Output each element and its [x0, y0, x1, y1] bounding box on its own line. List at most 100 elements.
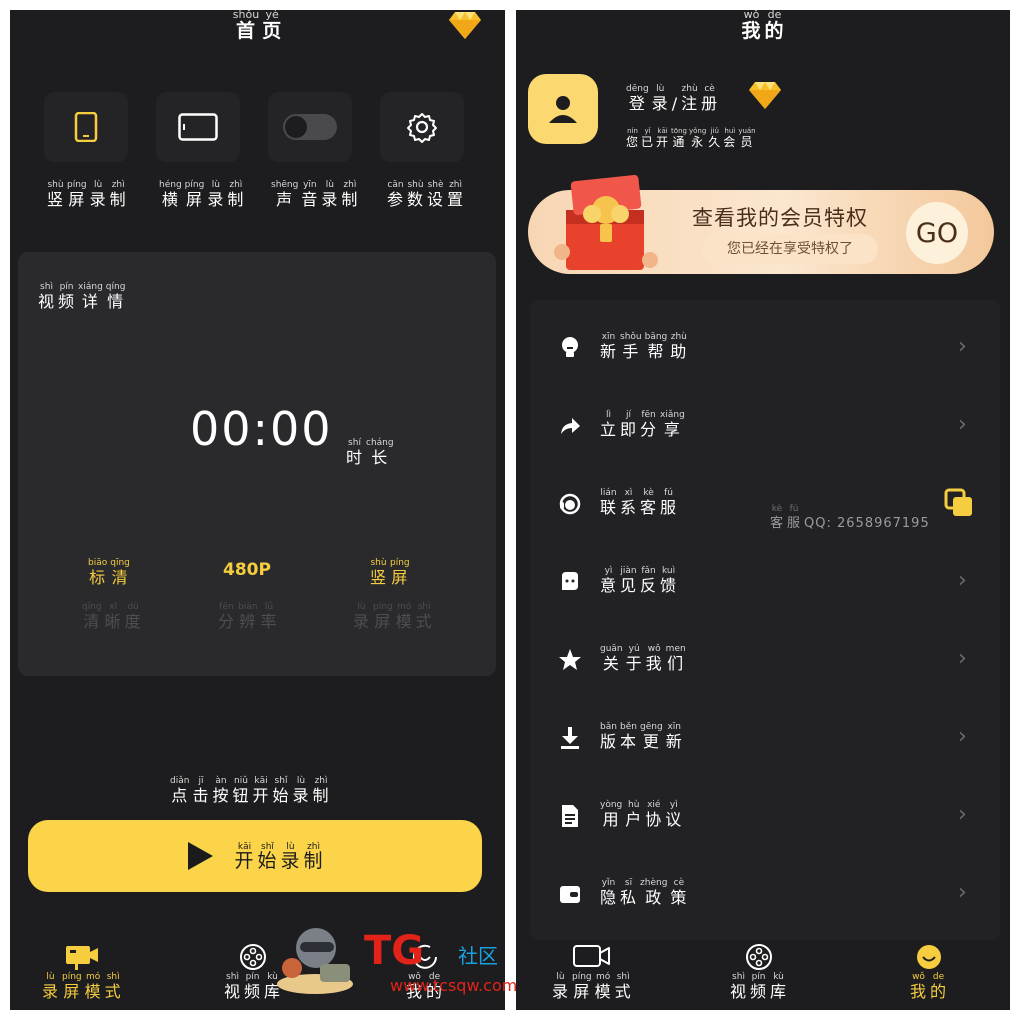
menu-item[interactable]: bǎn 版 běn 本 gēng 更 xīn 新 ›	[530, 704, 1000, 782]
start-record-button[interactable]: kāi 开 shǐ 始 lù 录 zhì 制	[28, 820, 482, 892]
mode-value[interactable]: shù 竖 píng 屏	[370, 550, 410, 587]
menu-item[interactable]: xīn 新 shǒu 手 bāng 帮 zhù 助 ›	[530, 314, 1000, 392]
hanzi-text: 新	[665, 732, 683, 751]
pinyin-text: qíng	[105, 282, 126, 292]
customer-service-qq: kè 客 fú 服 QQ: 2658967195	[770, 496, 930, 533]
menu-item[interactable]: lì 立 jí 即 fēn 分 xiǎng 享 ›	[530, 392, 1000, 470]
hanzi-text: 册	[701, 94, 719, 113]
portrait-record-button[interactable]	[44, 92, 128, 162]
hanzi-text: 式	[415, 612, 433, 631]
landscape-record-button[interactable]	[156, 92, 240, 162]
pinyin-text: lǜ	[264, 602, 274, 612]
banner-title: 查看我的会员特权	[692, 206, 868, 230]
pinyin-char: xì 系	[620, 488, 637, 517]
pinyin-text: kè	[643, 488, 654, 498]
pinyin-text: zhì	[314, 776, 328, 786]
hanzi-text: 隐	[600, 888, 618, 907]
camera-icon	[65, 946, 98, 970]
pinyin-char: zhù 助	[670, 332, 687, 361]
hanzi-text: 标	[89, 568, 107, 587]
hanzi-text: 本	[620, 732, 638, 751]
menu-item[interactable]: lián 联 xì 系 kè 客 fú 服 kè 客 fú 服 QQ: 2658967195	[530, 470, 1000, 548]
hanzi-text: 用	[602, 810, 620, 829]
hanzi-text: 我	[910, 982, 928, 1001]
menu-list: xīn 新 shǒu 手 bāng 帮 zhù 助 › lì 立 jí 即 fēn 分 xiǎng 享 › lián…	[530, 300, 1000, 940]
pinyin-char: men 们	[666, 644, 686, 673]
pinyin-text: mó	[397, 602, 412, 612]
hanzi-text: 录	[651, 94, 669, 113]
pinyin-text: yuán	[738, 127, 756, 135]
pinyin-text: yòng	[600, 800, 623, 810]
pinyin-char: bāng 帮	[645, 332, 668, 361]
pinyin-text: diǎn	[170, 776, 190, 786]
pinyin-char: kù 库	[770, 972, 787, 1001]
pinyin-char: pín 频	[750, 972, 767, 1001]
pinyin-char: fú 服	[787, 504, 801, 533]
pinyin-char: qīng 清	[110, 558, 130, 587]
pinyin-char: xiǎng 享	[660, 410, 685, 439]
pinyin-text: wǒ	[743, 10, 760, 21]
chevron-right-icon: ›	[958, 412, 967, 437]
pinyin-char: yīn 音	[301, 180, 318, 209]
film-reel-icon	[745, 944, 772, 970]
resolution-value[interactable]: 480P	[223, 560, 271, 580]
hanzi-text: 员	[740, 135, 754, 149]
menu-item-label: yì 意 jiàn 见 fǎn 反 kuì 馈	[600, 558, 677, 595]
vip-diamond-icon[interactable]	[448, 10, 482, 40]
duration-label: shí 时 cháng 长	[346, 430, 394, 467]
pinyin-text: shǒu	[620, 332, 642, 342]
watermark-brand: TG	[364, 928, 425, 974]
pinyin-text: tōng	[671, 127, 687, 135]
pinyin-text: dēng	[626, 84, 649, 94]
pinyin-char: kāi 开	[656, 127, 669, 150]
quality-value[interactable]: biāo 标 qīng 清	[88, 550, 130, 587]
hanzi-text: 助	[670, 342, 688, 361]
star-icon	[559, 649, 581, 670]
pinyin-char: shì 式	[105, 972, 122, 1001]
pinyin-char: wǒ 我	[910, 972, 927, 1001]
hanzi-text: 录	[89, 190, 107, 209]
hanzi-text: 登	[628, 94, 646, 113]
timer-display: 00:00	[190, 402, 333, 456]
tab-record-mode[interactable]: lù 录 píng 屏 mó 模 shì 式	[42, 942, 122, 1001]
pinyin-char: yú 于	[626, 644, 643, 673]
user-avatar-icon	[544, 90, 582, 128]
login-register-link[interactable]: dēng 登 lù 录 / zhù 注 cè 册	[626, 76, 718, 113]
pinyin-char: shǒu 手	[620, 332, 642, 361]
vip-banner[interactable]: 查看我的会员特权 您已经在享受特权了 GO	[528, 174, 994, 274]
treasure-chest-icon	[554, 174, 658, 270]
headset-icon	[559, 493, 581, 515]
pinyin-char: biàn 辨	[238, 602, 257, 631]
hanzi-text: 钮	[232, 786, 250, 805]
hanzi-text: 式	[104, 982, 122, 1001]
pinyin-text: lù	[211, 180, 220, 190]
document-icon	[562, 805, 578, 827]
pinyin-char: shǒu 首	[233, 10, 259, 42]
pinyin-text: píng	[572, 972, 592, 982]
menu-item[interactable]: yòng 用 hù 户 xié 协 yì 议 ›	[530, 782, 1000, 860]
menu-item[interactable]: yǐn 隐 sī 私 zhèng 政 cè 策 ›	[530, 860, 1000, 938]
avatar[interactable]	[528, 74, 598, 144]
pinyin-text: píng	[184, 180, 205, 190]
pinyin-char: hù 户	[625, 800, 642, 829]
tab-mine[interactable]: wǒ 我 de 的	[910, 942, 947, 1001]
pinyin-char: cān 参	[387, 180, 404, 209]
tab-record-mode[interactable]: lù 录 píng 屏 mó 模 shì 式	[552, 942, 632, 1001]
chevron-right-icon: ›	[958, 334, 967, 359]
pinyin-text: shǒu	[232, 10, 260, 21]
hanzi-text: 议	[665, 810, 683, 829]
pinyin-char: de 的	[765, 10, 785, 42]
pinyin-char: lù 录	[293, 776, 310, 805]
go-button[interactable]: GO	[906, 202, 968, 264]
audio-record-toggle[interactable]	[268, 92, 352, 162]
menu-item[interactable]: yì 意 jiàn 见 fǎn 反 kuì 馈 ›	[530, 548, 1000, 626]
pinyin-text: àn	[215, 776, 227, 786]
menu-item[interactable]: guān 关 yú 于 wǒ 我 men 们 ›	[530, 626, 1000, 704]
tab-video-library[interactable]: shì 视 pín 频 kù 库	[730, 942, 787, 1001]
hanzi-text: 开	[234, 849, 255, 872]
pinyin-text: yè	[265, 10, 279, 21]
copy-icon[interactable]	[944, 488, 974, 518]
hanzi-text: 录	[552, 982, 570, 1001]
settings-button[interactable]	[380, 92, 464, 162]
pinyin-char: zhì 制	[304, 842, 324, 871]
